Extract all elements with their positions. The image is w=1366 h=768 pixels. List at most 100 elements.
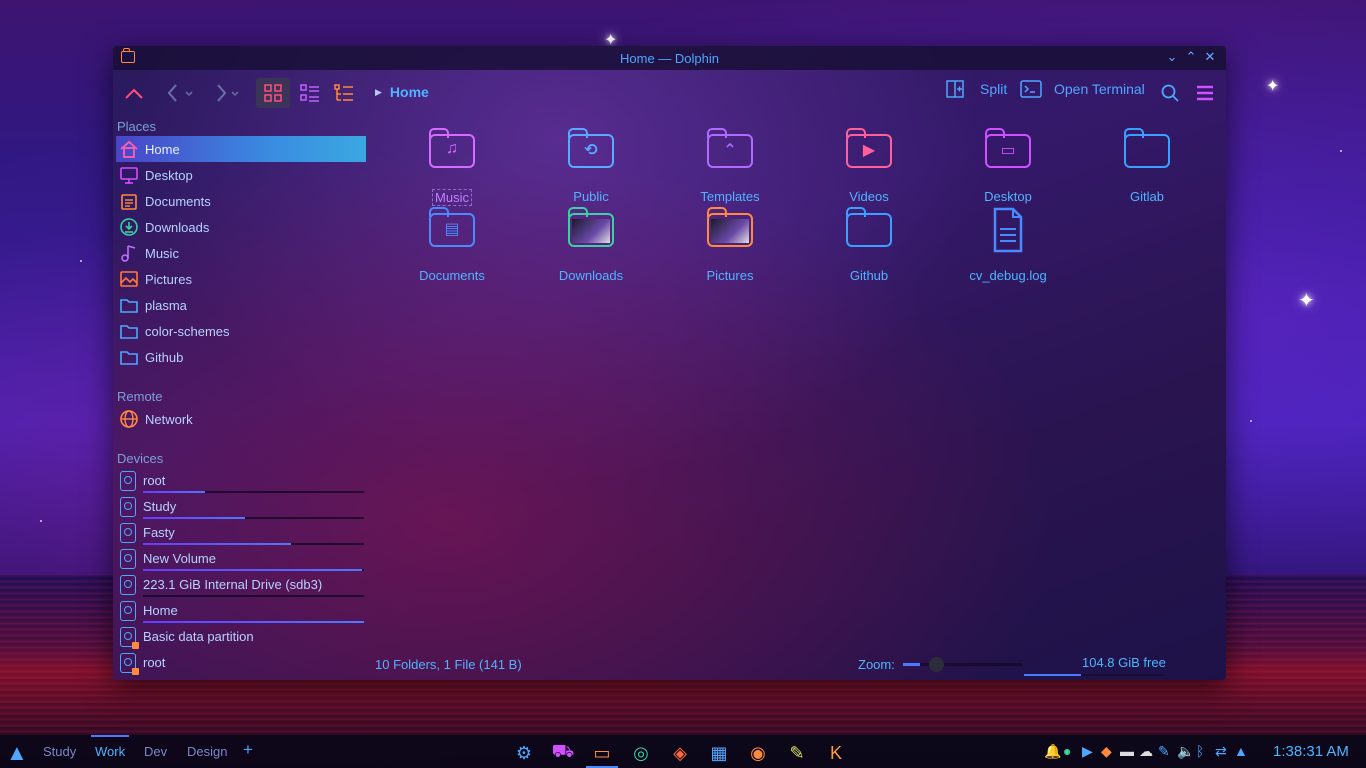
task-files[interactable]: ▭ [584, 738, 620, 768]
device-item[interactable]: Home [116, 598, 366, 624]
drive-icon[interactable]: ▬ [1120, 743, 1134, 759]
task-chrome[interactable]: ◉ [740, 738, 776, 768]
device-item[interactable]: root [116, 468, 366, 494]
task-store[interactable]: ⛟ [545, 738, 581, 768]
device-item[interactable]: Fasty [116, 520, 366, 546]
app-launcher-icon[interactable]: ▲ [6, 740, 28, 766]
place-item-desktop[interactable]: Desktop [116, 162, 366, 188]
dolphin-app-icon[interactable] [121, 48, 135, 63]
place-item-plasma[interactable]: plasma [116, 292, 366, 318]
drive-icon [120, 575, 136, 595]
forward-button[interactable] [205, 78, 243, 108]
task-monitor[interactable]: ▦ [701, 738, 737, 768]
file-item-desktop[interactable]: ▭ Desktop [948, 114, 1068, 204]
device-usage-fill [143, 621, 364, 623]
expand-tray-icon[interactable]: ▲ [1234, 743, 1248, 759]
open-terminal-button[interactable]: Open Terminal [1020, 80, 1145, 98]
bluetooth-app-icon[interactable]: ● [1063, 743, 1071, 759]
device-label: root [143, 655, 166, 670]
hamburger-menu-button[interactable] [1194, 78, 1216, 108]
device-item[interactable]: root [116, 650, 366, 676]
device-item[interactable]: Basic data partition [116, 624, 366, 650]
pictures-folder-icon [705, 205, 755, 249]
file-item-documents[interactable]: ▤ Documents [392, 193, 512, 283]
color-app-icon[interactable]: ◆ [1101, 743, 1112, 760]
breadcrumb-arrow-icon[interactable]: ▶ [375, 87, 382, 98]
chrome-icon: ◉ [750, 742, 766, 763]
task-brave[interactable]: ◈ [662, 738, 698, 768]
file-item-gitlab[interactable]: Gitlab [1087, 114, 1207, 204]
monitor-icon: ▦ [710, 742, 728, 763]
file-item-public[interactable]: ⟲ Public [531, 114, 651, 204]
search-button[interactable] [1159, 78, 1181, 108]
place-item-github[interactable]: Github [116, 344, 366, 370]
add-desktop-button[interactable]: + [243, 740, 253, 760]
cloud-icon[interactable]: ☁ [1139, 743, 1153, 760]
breadcrumb-home[interactable]: Home [390, 84, 429, 100]
volume-icon[interactable]: 🔈 [1177, 743, 1194, 760]
file-item-videos[interactable]: ▶ Videos [809, 114, 929, 204]
place-item-music[interactable]: Music [116, 240, 366, 266]
breadcrumb[interactable]: ▶ Home [375, 84, 429, 100]
folder-icon [118, 346, 140, 368]
minimize-icon[interactable]: ⌄ [1164, 49, 1180, 65]
zoom-slider[interactable] [903, 663, 1023, 666]
place-item-color-schemes[interactable]: color-schemes [116, 318, 366, 344]
zoom-slider-fill [903, 663, 920, 666]
go-up-button[interactable] [119, 78, 149, 108]
place-item-pictures[interactable]: Pictures [116, 266, 366, 292]
media-play-icon[interactable]: ▶ [1082, 743, 1093, 760]
remote-item-network[interactable]: Network [116, 406, 366, 432]
virtual-desktop-dev[interactable]: Dev [144, 744, 167, 759]
desktop-icon [118, 164, 140, 186]
task-kdenlive[interactable]: K [818, 738, 854, 768]
task-settings[interactable]: ⚙ [506, 738, 542, 768]
device-item[interactable]: Study [116, 494, 366, 520]
device-item[interactable]: 223.1 GiB Internal Drive (sdb3) [116, 572, 366, 598]
videos-folder-icon: ▶ [844, 126, 894, 170]
place-item-home[interactable]: Home [116, 136, 366, 162]
virtual-desktop-work[interactable]: Work [90, 735, 130, 759]
file-item-cv-debug-log[interactable]: cv_debug.log [948, 193, 1068, 283]
place-label: Pictures [145, 271, 192, 287]
star: ✦ [1266, 76, 1280, 95]
device-item[interactable]: New Volume [116, 546, 366, 572]
drive-icon [120, 523, 136, 543]
removable-drive-icon [120, 627, 139, 649]
file-name: Github [849, 268, 889, 283]
clip-icon[interactable]: ✎ [1158, 743, 1170, 760]
compact-view-button[interactable] [293, 78, 327, 108]
maximize-icon[interactable]: ⌃ [1183, 49, 1199, 65]
details-view-button[interactable] [327, 78, 361, 108]
virtual-desktop-study[interactable]: Study [43, 744, 76, 759]
file-item-github[interactable]: Github [809, 193, 929, 283]
device-usage-bar [143, 569, 364, 571]
file-view[interactable]: ♫ Music ⟲ Public ⌃ Templates ▶ Videos ▭ Desktop Gi… [375, 114, 1226, 654]
split-button[interactable]: Split [946, 80, 1007, 98]
icons-view-button[interactable] [256, 78, 290, 108]
place-item-documents[interactable]: Documents [116, 188, 366, 214]
free-space-label[interactable]: 104.8 GiB free [1082, 655, 1166, 670]
notifications-icon[interactable]: 🔔 [1044, 743, 1061, 760]
titlebar[interactable]: Home — Dolphin ⌄ ⌃ ✕ [113, 46, 1226, 70]
task-krita[interactable]: ✎ [779, 738, 815, 768]
place-item-downloads[interactable]: Downloads [116, 214, 366, 240]
clock[interactable]: 1:38:31 AM [1273, 743, 1349, 760]
folder-emblem: ⟲ [584, 142, 598, 159]
task-chromium[interactable]: ◎ [623, 738, 659, 768]
bluetooth-icon[interactable]: ᛒ [1196, 743, 1204, 759]
back-button[interactable] [161, 78, 197, 108]
device-usage-bar [143, 595, 364, 597]
file-item-pictures[interactable]: Pictures [670, 193, 790, 283]
file-item-templates[interactable]: ⌃ Templates [670, 114, 790, 204]
network-icon[interactable]: ⇄ [1215, 743, 1227, 760]
file-item-downloads[interactable]: Downloads [531, 193, 651, 283]
virtual-desktop-design[interactable]: Design [187, 744, 227, 759]
status-summary: 10 Folders, 1 File (141 B) [375, 657, 522, 672]
place-label: color-schemes [145, 323, 230, 339]
public-folder-icon: ⟲ [566, 126, 616, 170]
zoom-slider-handle[interactable] [929, 657, 944, 672]
close-icon[interactable]: ✕ [1202, 49, 1218, 65]
device-usage-fill [143, 517, 245, 519]
file-item-music[interactable]: ♫ Music [392, 114, 512, 206]
